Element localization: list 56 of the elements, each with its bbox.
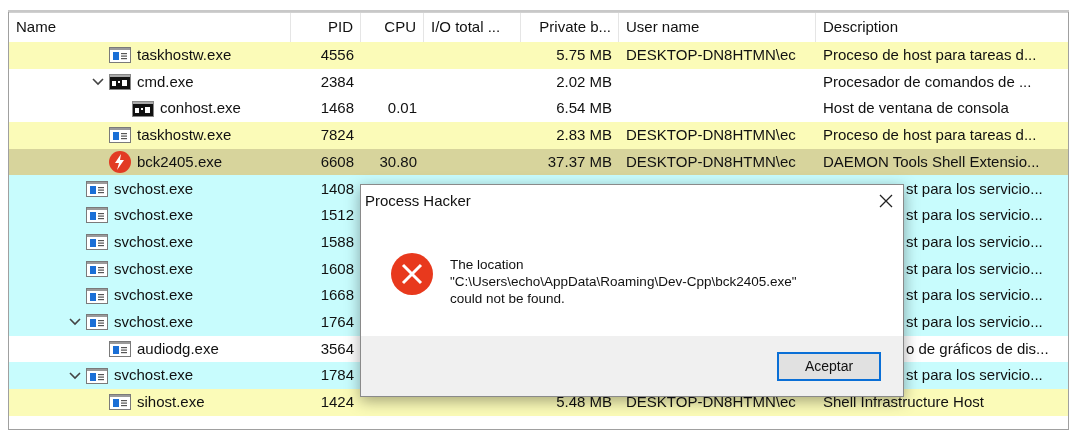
- description-cell-text: st para los servicio...: [906, 365, 1043, 386]
- process-name: cmd.exe: [137, 71, 194, 92]
- private-bytes-cell-text: 2.83 MB: [556, 125, 612, 146]
- description-cell-text: o de gráficos de dis...: [906, 338, 1049, 359]
- process-name: taskhostw.exe: [137, 125, 232, 146]
- pid-cell-text: 4556: [320, 45, 354, 66]
- description-cell-text: Shell Infrastructure Host: [823, 392, 984, 413]
- cpu-cell-text: 0.01: [387, 98, 417, 119]
- user-name-cell-text: DESKTOP-DN8HTMN\ec: [626, 151, 796, 172]
- dialog-title: Process Hacker: [365, 190, 471, 211]
- pid-cell-text: 1588: [320, 231, 354, 252]
- description-cell-text: DAEMON Tools Shell Extensio...: [823, 151, 1040, 172]
- description-cell-text: st para los servicio...: [906, 231, 1043, 252]
- cpu-cell-text: 30.80: [379, 151, 417, 172]
- process-name: bck2405.exe: [137, 151, 223, 172]
- private-bytes-cell-text: 37.37 MB: [547, 151, 612, 172]
- pid-cell-text: 2384: [320, 71, 354, 92]
- description-cell-text: st para los servicio...: [906, 311, 1043, 332]
- process-name: conhost.exe: [160, 98, 241, 119]
- description-cell-text: st para los servicio...: [906, 205, 1043, 226]
- pid-cell-text: 7824: [320, 125, 354, 146]
- pid-cell-text: 1668: [320, 285, 354, 306]
- description-cell-text: Proceso de host para tareas d...: [823, 125, 1037, 146]
- pid-cell-text: 1764: [320, 311, 354, 332]
- description-cell-text: Host de ventana de consola: [823, 98, 1009, 119]
- pid-cell-text: 3564: [320, 338, 354, 359]
- pid-cell-text: 1408: [320, 178, 354, 199]
- process-name: svchost.exe: [114, 365, 194, 386]
- process-name: svchost.exe: [114, 231, 194, 252]
- description-cell-text: st para los servicio...: [906, 285, 1043, 306]
- process-name: taskhostw.exe: [137, 45, 232, 66]
- process-name: audiodg.exe: [137, 338, 219, 359]
- pid-cell-text: 1468: [320, 98, 354, 119]
- description-cell-text: st para los servicio...: [906, 258, 1043, 279]
- user-name-cell-text: DESKTOP-DN8HTMN\ec: [626, 45, 796, 66]
- process-name: svchost.exe: [114, 258, 194, 279]
- description-cell-text: Proceso de host para tareas d...: [823, 45, 1037, 66]
- process-name: sihost.exe: [137, 392, 205, 413]
- pid-cell-text: 1608: [320, 258, 354, 279]
- error-message: The location "C:\Users\echo\AppData\Roaming\Dev-Cpp\bck2405.exe" could not be found.: [450, 256, 797, 307]
- process-name: svchost.exe: [114, 205, 194, 226]
- private-bytes-cell-text: 2.02 MB: [556, 71, 612, 92]
- process-name: svchost.exe: [114, 178, 194, 199]
- process-name: svchost.exe: [114, 311, 194, 332]
- description-cell-text: Procesador de comandos de ...: [823, 71, 1032, 92]
- pid-cell-text: 1424: [320, 392, 354, 413]
- pid-cell-text: 1784: [320, 365, 354, 386]
- private-bytes-cell-text: 5.75 MB: [556, 45, 612, 66]
- process-name: svchost.exe: [114, 285, 194, 306]
- description-cell-text: st para los servicio...: [906, 178, 1043, 199]
- pid-cell-text: 6608: [320, 151, 354, 172]
- private-bytes-cell-text: 5.48 MB: [556, 392, 612, 413]
- user-name-cell-text: DESKTOP-DN8HTMN\ec: [626, 125, 796, 146]
- pid-cell-text: 1512: [320, 205, 354, 226]
- user-name-cell-text: DESKTOP-DN8HTMN\ec: [626, 392, 796, 413]
- private-bytes-cell-text: 6.54 MB: [556, 98, 612, 119]
